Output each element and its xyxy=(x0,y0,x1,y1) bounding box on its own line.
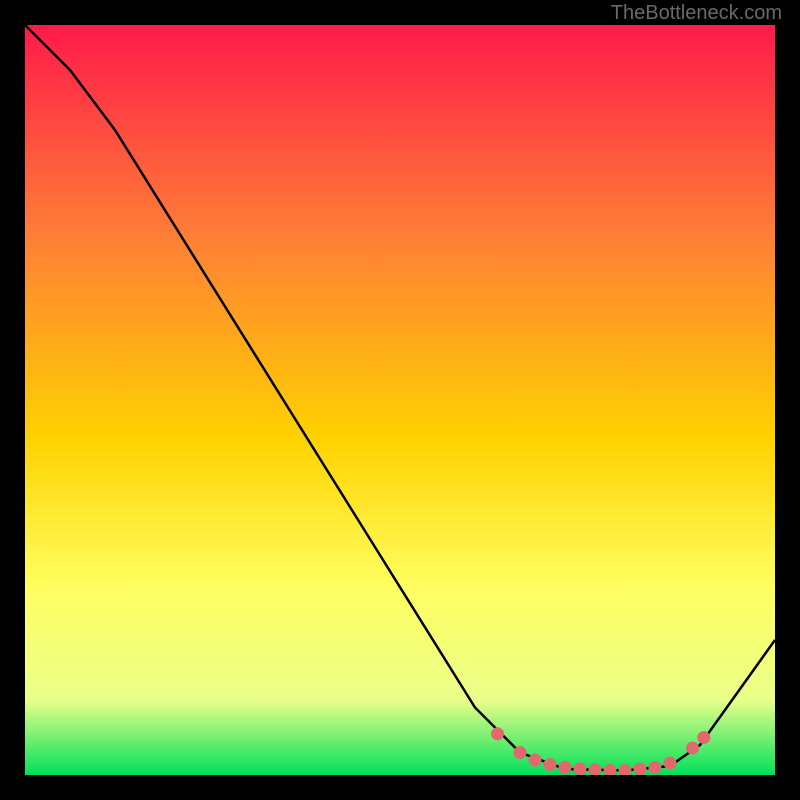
data-marker xyxy=(649,762,661,774)
data-marker xyxy=(529,754,541,766)
data-marker xyxy=(698,732,710,744)
chart-svg xyxy=(25,25,775,775)
chart-frame: TheBottleneck.com xyxy=(0,0,800,800)
gradient-background xyxy=(25,25,775,775)
data-marker xyxy=(544,759,556,771)
data-marker xyxy=(514,747,526,759)
data-marker xyxy=(492,728,504,740)
data-marker xyxy=(619,765,631,776)
data-marker xyxy=(664,757,676,769)
data-marker xyxy=(634,763,646,775)
data-marker xyxy=(604,765,616,776)
attribution-label: TheBottleneck.com xyxy=(611,2,782,25)
data-marker xyxy=(687,742,699,754)
data-marker xyxy=(559,762,571,774)
plot-area xyxy=(25,25,775,775)
data-marker xyxy=(589,764,601,775)
data-marker xyxy=(574,763,586,775)
